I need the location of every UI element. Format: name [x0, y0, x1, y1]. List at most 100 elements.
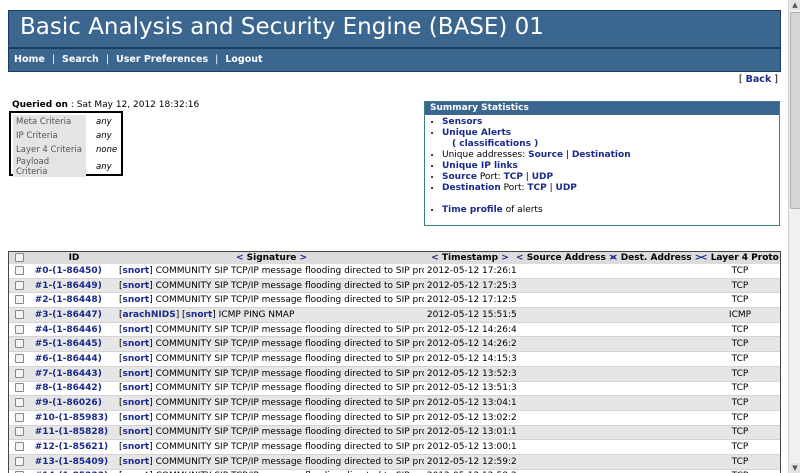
- alert-id-link[interactable]: #9-(1-86026): [35, 398, 102, 408]
- alert-id-link[interactable]: #1-(1-86449): [35, 281, 102, 291]
- sensor-link[interactable]: snort: [123, 266, 150, 276]
- sort-signature-asc[interactable]: <: [236, 253, 244, 263]
- row-checkbox[interactable]: [14, 324, 24, 334]
- proto-cell: TCP: [700, 322, 780, 338]
- alert-id-link[interactable]: #4-(1-86446): [35, 325, 102, 335]
- scrollbar-thumb[interactable]: [790, 12, 800, 209]
- sensor-link[interactable]: snort: [123, 398, 150, 408]
- sort-timestamp-asc[interactable]: <: [431, 253, 439, 263]
- source-address-header-label: Source Address: [526, 253, 606, 263]
- timestamp-cell: 2012-05-12 14:26:20 ⁝: [424, 336, 516, 353]
- summary-item: Time profile of alerts: [442, 205, 779, 216]
- source-address-cell: [516, 425, 610, 441]
- row-checkbox[interactable]: [14, 265, 24, 275]
- nav-home[interactable]: Home: [14, 54, 45, 65]
- alert-id-link[interactable]: #7-(1-86443): [35, 369, 102, 379]
- sort-dest-asc[interactable]: <: [610, 253, 618, 263]
- nav-user-preferences[interactable]: User Preferences: [116, 54, 208, 65]
- sensor-link[interactable]: snort: [123, 442, 150, 452]
- source-udp-link[interactable]: UDP: [532, 172, 553, 182]
- sensor-link[interactable]: snort: [123, 281, 150, 291]
- unique-destination-link[interactable]: Destination: [572, 150, 631, 160]
- sensor-link[interactable]: snort: [123, 427, 150, 437]
- alert-id-cell: #9-(1-86026): [29, 395, 119, 411]
- row-checkbox[interactable]: [14, 353, 24, 363]
- proto-cell: TCP: [700, 410, 780, 426]
- sensor-link[interactable]: snort: [123, 354, 150, 364]
- sort-timestamp-desc[interactable]: >: [501, 253, 509, 263]
- destination-port-link[interactable]: Destination: [442, 183, 501, 193]
- alert-id-link[interactable]: #5-(1-86445): [35, 339, 102, 349]
- back-link[interactable]: Back: [746, 74, 772, 85]
- row-checkbox[interactable]: [14, 442, 24, 452]
- classifications-close-paren[interactable]: ): [531, 139, 538, 149]
- dest-tcp-link[interactable]: TCP: [527, 183, 546, 193]
- source-address-cell: [516, 351, 610, 367]
- sort-proto-asc[interactable]: <: [700, 253, 708, 263]
- dest-address-header: < Dest. Address >: [610, 252, 702, 264]
- alert-id-link[interactable]: #10-(1-85983): [35, 413, 108, 423]
- row-checkbox-cell: [9, 307, 29, 323]
- nav-search[interactable]: Search: [62, 54, 99, 65]
- row-checkbox[interactable]: [14, 398, 24, 408]
- timestamp-cell: 2012-05-12 13:00:15 ⁝: [424, 439, 516, 455]
- alert-id-link[interactable]: #12-(1-85621): [35, 442, 108, 452]
- row-checkbox[interactable]: [14, 280, 24, 290]
- alert-id-cell: #4-(1-86446): [29, 322, 119, 338]
- row-checkbox[interactable]: [14, 427, 24, 437]
- sensor-link[interactable]: snort: [123, 457, 150, 467]
- scroll-up-arrow-icon[interactable]: ▲: [790, 0, 800, 10]
- sensor-link[interactable]: snort: [123, 413, 150, 423]
- source-port-link[interactable]: Source: [442, 172, 477, 182]
- scroll-down-arrow-icon[interactable]: ▼: [790, 463, 800, 473]
- timestamp-text: 2012-05-12 13:02:24: [426, 412, 516, 423]
- sensor-link[interactable]: snort: [123, 383, 150, 393]
- unique-alerts-link[interactable]: Unique Alerts: [442, 128, 511, 138]
- select-all-checkbox[interactable]: [14, 253, 24, 262]
- sort-source-asc[interactable]: <: [516, 253, 524, 263]
- source-address-cell: [516, 292, 610, 309]
- row-checkbox[interactable]: [14, 309, 24, 319]
- signature-cell: [snort] COMMUNITY SIP TCP/IP message flo…: [119, 469, 424, 473]
- row-checkbox[interactable]: [14, 383, 24, 393]
- vertical-scrollbar[interactable]: ▲ ▼: [788, 0, 800, 473]
- nav-logout[interactable]: Logout: [225, 54, 262, 65]
- alert-id-link[interactable]: #0-(1-86450): [35, 266, 102, 276]
- signature-header: < Signature >: [119, 252, 424, 264]
- alert-id-link[interactable]: #2-(1-86448): [35, 295, 102, 305]
- row-checkbox[interactable]: [14, 412, 24, 422]
- alert-row: #6-(1-86444) [snort] COMMUNITY SIP TCP/IP…: [9, 351, 780, 367]
- alert-id-link[interactable]: #11-(1-85828): [35, 427, 108, 437]
- source-tcp-link[interactable]: TCP: [504, 172, 523, 182]
- signature-cell: [snort] COMMUNITY SIP TCP/IP message flo…: [119, 292, 424, 309]
- alert-id-cell: #1-(1-86449): [29, 278, 119, 294]
- signature-text: COMMUNITY SIP TCP/IP message flooding di…: [155, 442, 424, 453]
- sensor-link[interactable]: snort: [123, 369, 150, 379]
- row-checkbox[interactable]: [14, 368, 24, 378]
- alert-id-cell: #11-(1-85828): [29, 425, 119, 441]
- classifications-link[interactable]: classifications: [459, 139, 531, 149]
- time-profile-link[interactable]: Time profile: [442, 205, 503, 215]
- unique-ip-links-link[interactable]: Unique IP links: [442, 161, 518, 171]
- row-checkbox[interactable]: [14, 339, 24, 349]
- sort-signature-desc[interactable]: >: [300, 253, 308, 263]
- sensors-link[interactable]: Sensors: [442, 117, 482, 127]
- alert-id-link[interactable]: #13-(1-85409): [35, 457, 108, 467]
- sensor-link[interactable]: snort: [186, 310, 213, 320]
- sensor-link[interactable]: snort: [123, 295, 150, 305]
- sensor-link[interactable]: snort: [123, 325, 150, 335]
- proto-cell: TCP: [700, 425, 780, 441]
- signature-cell: [snort] COMMUNITY SIP TCP/IP message flo…: [119, 336, 424, 353]
- unique-source-link[interactable]: Source: [528, 150, 563, 160]
- alert-id-link[interactable]: #3-(1-86447): [35, 310, 102, 320]
- alert-id-cell: #3-(1-86447): [29, 307, 119, 323]
- row-checkbox[interactable]: [14, 456, 24, 466]
- sensor-link[interactable]: arachNIDS: [123, 310, 176, 320]
- of-alerts-text: of alerts: [505, 205, 543, 215]
- alert-id-link[interactable]: #8-(1-86442): [35, 383, 102, 393]
- row-checkbox[interactable]: [14, 295, 24, 305]
- alert-id-link[interactable]: #6-(1-86444): [35, 354, 102, 364]
- sensor-link[interactable]: snort: [123, 339, 150, 349]
- dest-udp-link[interactable]: UDP: [556, 183, 577, 193]
- timestamp-text: 2012-05-12 15:51:50: [426, 309, 516, 320]
